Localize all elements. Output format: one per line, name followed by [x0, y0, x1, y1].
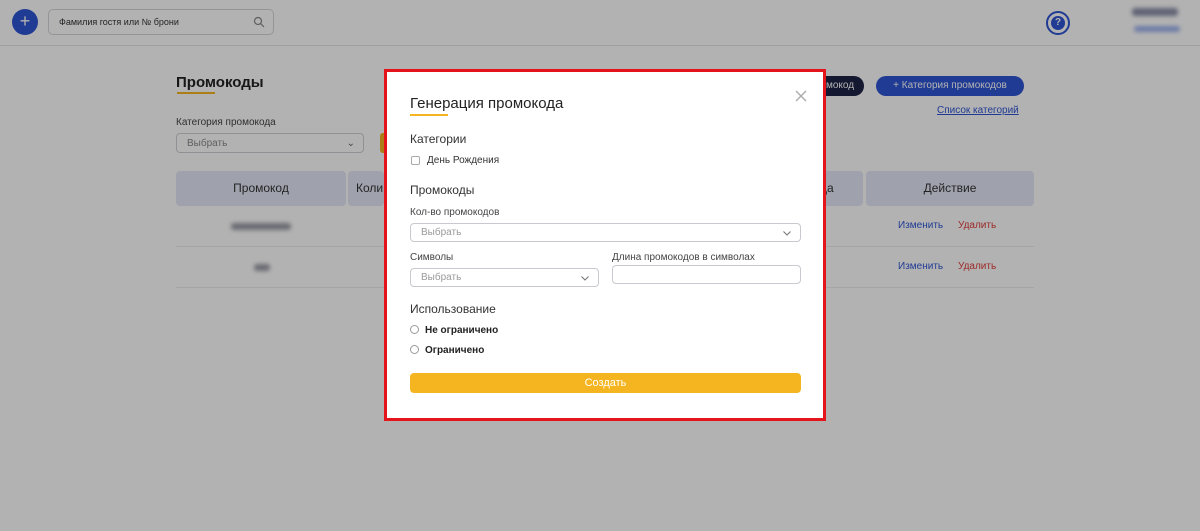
promocode-generation-modal: Генерация промокода Категории День Рожде…: [387, 72, 823, 418]
usage-unlimited-label[interactable]: Не ограничено: [425, 325, 498, 336]
count-select-value: Выбрать: [421, 227, 462, 238]
symbols-select[interactable]: Выбрать: [410, 268, 599, 287]
create-button[interactable]: Создать: [410, 373, 801, 393]
birthday-checkbox-label[interactable]: День Рождения: [427, 155, 499, 166]
symbols-select-value: Выбрать: [421, 272, 462, 283]
close-icon[interactable]: [793, 88, 809, 104]
count-label: Кол-во промокодов: [410, 207, 500, 218]
symbols-label: Символы: [410, 252, 454, 263]
modal-highlight-frame: Генерация промокода Категории День Рожде…: [384, 69, 826, 421]
usage-unlimited-radio[interactable]: [410, 325, 419, 334]
length-input[interactable]: [612, 265, 801, 284]
promocodes-heading: Промокоды: [410, 183, 475, 197]
usage-heading: Использование: [410, 302, 496, 316]
chevron-down-icon: [783, 231, 791, 236]
usage-limited-radio[interactable]: [410, 345, 419, 354]
modal-title-underline: [410, 114, 448, 116]
length-label: Длина промокодов в символах: [612, 252, 755, 263]
count-select[interactable]: Выбрать: [410, 223, 801, 242]
usage-limited-label[interactable]: Ограничено: [425, 345, 484, 356]
modal-title: Генерация промокода: [410, 95, 564, 112]
birthday-checkbox[interactable]: [411, 156, 420, 165]
categories-heading: Категории: [410, 132, 467, 146]
chevron-down-icon: [581, 276, 589, 281]
